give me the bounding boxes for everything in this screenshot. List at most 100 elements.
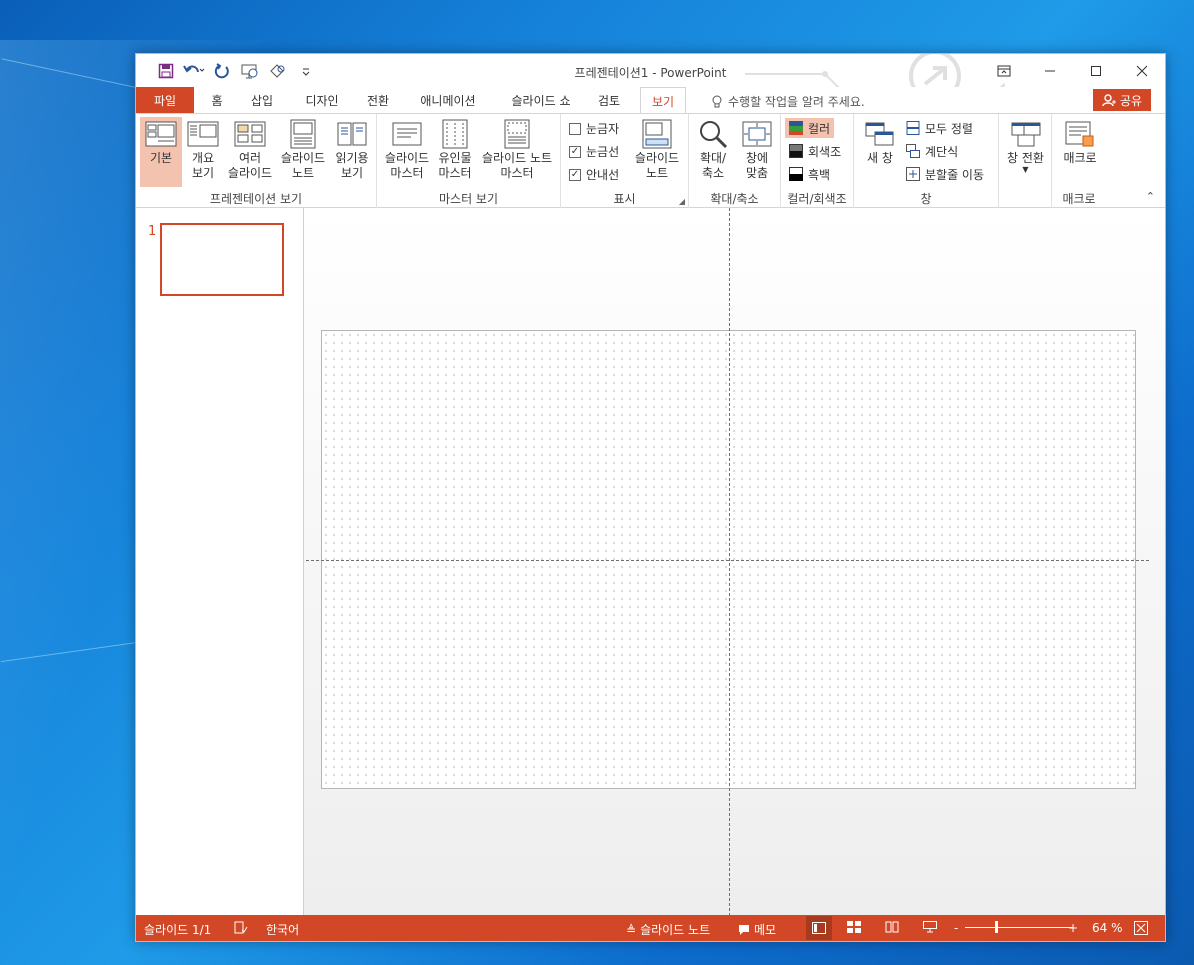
black-white-swatch-icon — [789, 167, 803, 181]
normal-view-icon — [145, 121, 177, 147]
slideshow-status-button[interactable] — [923, 921, 937, 933]
tab-insert[interactable]: 삽입 — [234, 87, 290, 113]
slide-thumbnail[interactable] — [160, 223, 284, 296]
grayscale-button[interactable]: 회색조 — [785, 141, 845, 161]
spell-check-icon[interactable] — [234, 921, 248, 935]
guides-checkbox-box: ✓ — [569, 168, 581, 181]
arrange-all-icon — [906, 121, 920, 135]
fit-to-window-icon — [742, 121, 772, 147]
notes-master-button[interactable]: 슬라이드 노트 마스터 — [477, 117, 557, 187]
title-bar: 프레젠테이션1 - PowerPoint — [136, 54, 1165, 87]
tab-animations[interactable]: 애니메이션 — [402, 87, 494, 113]
tab-file[interactable]: 파일 — [136, 87, 194, 113]
minimize-button[interactable] — [1027, 54, 1073, 87]
zoom-level[interactable]: 64 % — [1092, 921, 1123, 935]
color-button[interactable]: 컬러 — [785, 118, 835, 138]
color-swatch-icon — [789, 121, 803, 135]
tab-transitions[interactable]: 전환 — [354, 87, 402, 113]
chevron-down-icon: ▼ — [1022, 165, 1029, 174]
zoom-slider-track[interactable] — [965, 927, 1073, 928]
maximize-icon — [1091, 65, 1101, 76]
notes-status-label: 슬라이드 노트 — [640, 923, 711, 937]
slide-sorter-status-button[interactable] — [847, 921, 861, 933]
fit-slide-button[interactable] — [1134, 921, 1148, 935]
notes-page-label: 슬라이드 노트 — [280, 151, 326, 180]
zoom-button[interactable]: 확대/ 축소 — [693, 117, 733, 187]
group-show: 눈금자 ✓ 눈금선 ✓ 안내선 슬라이드 노트 표시 ◢ — [561, 114, 689, 209]
notes-toggle-button[interactable]: 슬라이드 노트 — [631, 117, 683, 187]
group-color-grayscale: 컬러 회색조 흑백 컬러/회색조 — [781, 114, 854, 209]
powerpoint-window: 프레젠테이션1 - PowerPoint 파일 홈 삽입 디자인 전환 애니메이… — [135, 53, 1166, 942]
slide-master-button[interactable]: 슬라이드 마스터 — [381, 117, 433, 187]
share-button[interactable]: 공유 — [1093, 89, 1151, 111]
comment-icon — [739, 924, 749, 935]
slide-master-label: 슬라이드 마스터 — [384, 151, 430, 180]
arrange-all-button[interactable]: 모두 정렬 — [902, 118, 977, 138]
comments-status-button[interactable]: 메모 — [738, 921, 776, 938]
zoom-out-button[interactable]: - — [954, 921, 958, 935]
move-split-button[interactable]: 분할줄 이동 — [902, 164, 988, 184]
tab-home[interactable]: 홈 — [200, 87, 234, 113]
gridlines-checkbox-box: ✓ — [569, 145, 581, 158]
share-label: 공유 — [1119, 93, 1143, 108]
notes-master-icon — [504, 119, 530, 149]
tab-design[interactable]: 디자인 — [290, 87, 354, 113]
slide-sorter-icon — [234, 121, 266, 147]
collapse-ribbon-icon[interactable]: ⌃ — [1146, 190, 1155, 203]
group-switch-windows: 창 전환 ▼ — [999, 114, 1052, 209]
normal-view-status-button[interactable] — [806, 916, 832, 940]
ribbon-display-options-button[interactable] — [981, 54, 1027, 87]
group-label-color-grayscale: 컬러/회색조 — [787, 192, 847, 206]
ruler-label: 눈금자 — [586, 122, 620, 136]
macros-button[interactable]: 매크로 — [1058, 117, 1102, 187]
zoom-slider-thumb[interactable] — [995, 921, 998, 933]
tell-me-box[interactable]: 수행할 작업을 알려 주세요. — [711, 93, 865, 110]
reading-view-button[interactable]: 읽기용 보기 — [330, 117, 374, 187]
group-label-macros: 매크로 — [1062, 192, 1096, 206]
show-dialog-launcher[interactable]: ◢ — [679, 197, 685, 206]
group-label-presentation-views: 프레젠테이션 보기 — [209, 192, 303, 206]
macros-icon — [1065, 121, 1094, 147]
cascade-label: 계단식 — [925, 144, 959, 159]
switch-windows-label: 창 전환 — [1007, 151, 1044, 165]
outline-view-label: 개요 보기 — [191, 151, 215, 180]
horizontal-guide[interactable] — [306, 560, 1149, 561]
outline-view-button[interactable]: 개요 보기 — [184, 117, 222, 187]
vertical-guide[interactable] — [729, 208, 730, 916]
cascade-icon — [906, 144, 920, 158]
notes-toggle-icon: ≜ — [626, 922, 637, 937]
new-window-button[interactable]: 새 창 — [860, 117, 900, 187]
tab-slideshow[interactable]: 슬라이드 쇼 — [494, 87, 588, 113]
gridlines-checkbox[interactable]: ✓ 눈금선 — [569, 143, 619, 160]
new-window-label: 새 창 — [867, 151, 893, 165]
notes-pane-icon — [642, 119, 672, 149]
handout-master-button[interactable]: 유인물 마스터 — [435, 117, 475, 187]
slide-sorter-button[interactable]: 여러 슬라이드 — [226, 117, 274, 187]
cascade-button[interactable]: 계단식 — [902, 141, 962, 161]
slideshow-small-icon — [923, 921, 937, 933]
slide-number: 1 — [148, 224, 157, 239]
notes-status-button[interactable]: ≜ 슬라이드 노트 — [626, 921, 710, 938]
reading-view-status-button[interactable] — [885, 921, 899, 933]
editing-workspace: 1 — [136, 208, 1165, 916]
guides-checkbox[interactable]: ✓ 안내선 — [569, 166, 619, 183]
person-icon — [1102, 94, 1116, 107]
ruler-checkbox[interactable]: 눈금자 — [569, 120, 619, 137]
reading-view-icon — [337, 122, 367, 146]
maximize-button[interactable] — [1073, 54, 1119, 87]
group-label-show: 표시 — [613, 192, 636, 206]
zoom-in-button[interactable]: + — [1068, 921, 1078, 935]
ribbon-display-icon — [997, 65, 1011, 76]
reading-view-label: 읽기용 보기 — [335, 151, 369, 180]
tab-review[interactable]: 검토 — [588, 87, 630, 113]
tab-view[interactable]: 보기 — [640, 87, 686, 114]
notes-page-button[interactable]: 슬라이드 노트 — [278, 117, 328, 187]
switch-windows-button[interactable]: 창 전환 ▼ — [1003, 117, 1048, 187]
black-white-label: 흑백 — [808, 167, 831, 182]
close-button[interactable] — [1119, 54, 1165, 87]
normal-view-button[interactable]: 기본 — [140, 117, 182, 187]
language-indicator[interactable]: 한국어 — [266, 921, 299, 938]
new-window-icon — [865, 122, 894, 146]
fit-to-window-button[interactable]: 창에 맞춤 — [737, 117, 777, 187]
black-white-button[interactable]: 흑백 — [785, 164, 834, 184]
